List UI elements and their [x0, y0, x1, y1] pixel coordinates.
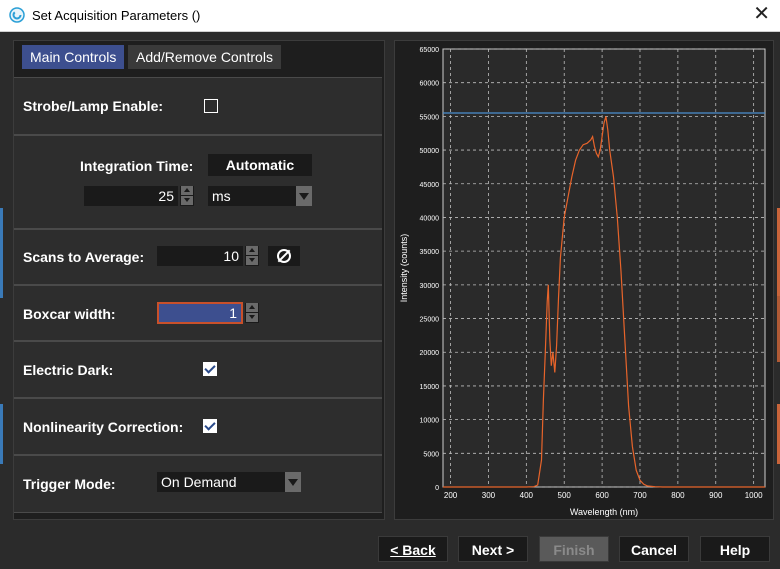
chevron-down-icon[interactable] — [285, 472, 301, 492]
scans-stepper[interactable] — [245, 246, 259, 266]
y-tick-label: 20000 — [420, 350, 440, 357]
integration-time-stepper[interactable] — [180, 186, 194, 206]
x-tick-label: 200 — [444, 491, 458, 500]
x-tick-label: 600 — [595, 491, 609, 500]
boxcar-row: Boxcar width: 1 — [14, 285, 382, 341]
cancel-button[interactable]: Cancel — [619, 536, 689, 562]
x-tick-label: 700 — [633, 491, 647, 500]
automatic-button[interactable]: Automatic — [208, 154, 312, 176]
x-tick-label: 800 — [671, 491, 685, 500]
y-tick-label: 60000 — [420, 81, 440, 88]
y-tick-label: 65000 — [420, 47, 440, 54]
y-tick-label: 50000 — [420, 148, 440, 155]
spectrum-chart: 200 300 400 500 600 700 800 900 1000050001000015… — [399, 47, 766, 517]
nonlinearity-label: Nonlinearity Correction: — [23, 419, 184, 435]
x-tick-label: 1000 — [745, 491, 763, 500]
boxcar-stepper[interactable] — [245, 303, 259, 323]
y-tick-label: 45000 — [420, 182, 440, 189]
boxcar-label: Boxcar width: — [23, 306, 116, 322]
trigger-label: Trigger Mode: — [23, 476, 116, 492]
plot-area — [442, 48, 766, 488]
controls-panel: Main Controls Add/Remove Controls Strobe… — [13, 40, 385, 520]
chevron-down-icon[interactable] — [296, 186, 312, 206]
app-icon — [9, 7, 25, 23]
back-button-label: < Back — [390, 542, 436, 558]
nonlinearity-checkbox[interactable] — [203, 419, 217, 433]
x-axis-label: Wavelength (nm) — [570, 507, 638, 517]
boxcar-input[interactable]: 1 — [157, 302, 243, 324]
spectrum-chart-panel: 200 300 400 500 600 700 800 900 1000 0 5000 10000 15… — [394, 40, 774, 520]
edge-accent-left — [0, 208, 3, 298]
x-tick-label: 500 — [558, 491, 572, 500]
strobe-checkbox[interactable] — [204, 99, 218, 113]
y-tick-label: 25000 — [420, 317, 440, 324]
help-button[interactable]: Help — [700, 536, 770, 562]
title-bar: Set Acquisition Parameters () ✕ — [0, 0, 780, 32]
electric-dark-label: Electric Dark: — [23, 362, 114, 378]
strobe-row: Strobe/Lamp Enable: — [14, 77, 382, 135]
finish-button[interactable]: Finish — [539, 536, 609, 562]
nonlinearity-row: Nonlinearity Correction: — [14, 398, 382, 455]
trigger-row: Trigger Mode: On Demand — [14, 455, 382, 513]
close-icon[interactable]: ✕ — [753, 4, 770, 24]
integration-label: Integration Time: — [80, 158, 194, 174]
edge-accent-left-2 — [0, 404, 3, 464]
disable-scans-icon[interactable] — [268, 246, 300, 266]
window-title: Set Acquisition Parameters () — [32, 8, 201, 23]
y-tick-label: 0 — [435, 485, 439, 492]
integration-unit-select[interactable]: ms — [208, 186, 296, 206]
integration-time-input[interactable]: 25 — [84, 186, 178, 206]
scans-input[interactable]: 10 — [157, 246, 243, 266]
strobe-label: Strobe/Lamp Enable: — [23, 98, 164, 114]
tab-add-remove-controls[interactable]: Add/Remove Controls — [128, 45, 281, 69]
integration-row: Integration Time: Automatic 25 ms — [14, 135, 382, 229]
y-axis-label: Intensity (counts) — [399, 234, 409, 303]
electric-dark-row: Electric Dark: — [14, 341, 382, 398]
y-tick-label: 10000 — [420, 418, 440, 425]
x-tick-label: 400 — [520, 491, 534, 500]
x-tick-label: 300 — [482, 491, 496, 500]
y-tick-label: 30000 — [420, 283, 440, 290]
back-button[interactable]: < Back — [378, 536, 448, 562]
scans-row: Scans to Average: 10 — [14, 229, 382, 285]
y-tick-label: 5000 — [423, 451, 439, 458]
y-tick-label: 15000 — [420, 384, 440, 391]
y-tick-label: 40000 — [420, 215, 440, 222]
x-tick-label: 900 — [709, 491, 723, 500]
scans-label: Scans to Average: — [23, 249, 145, 265]
tab-main-controls[interactable]: Main Controls — [22, 45, 125, 69]
trigger-mode-select[interactable]: On Demand — [157, 472, 285, 492]
next-button[interactable]: Next > — [458, 536, 528, 562]
y-tick-label: 55000 — [420, 114, 440, 121]
electric-dark-checkbox[interactable] — [203, 362, 217, 376]
y-tick-label: 35000 — [420, 249, 440, 256]
